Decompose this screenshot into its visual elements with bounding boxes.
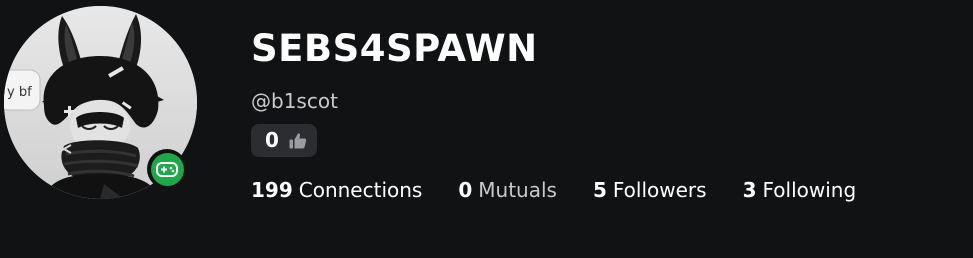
connections-count: 199 bbox=[251, 178, 293, 202]
avatar-bubble-text: y bf bbox=[7, 85, 32, 100]
avatar-container: y bf bbox=[4, 6, 197, 199]
presence-badge[interactable] bbox=[147, 149, 187, 189]
gamepad-icon bbox=[156, 162, 178, 177]
following-stat[interactable]: 3 Following bbox=[743, 178, 857, 202]
followers-label: Followers bbox=[612, 178, 707, 202]
mutuals-count: 0 bbox=[458, 178, 473, 202]
profile-header: y bf SEBS4SPAWN @b1scot 0 199 Connection… bbox=[0, 0, 973, 258]
presence-indicator bbox=[150, 152, 184, 186]
followers-stat[interactable]: 5 Followers bbox=[593, 178, 707, 202]
thumbs-up-icon bbox=[288, 131, 308, 151]
followers-count: 5 bbox=[592, 178, 607, 202]
vote-button[interactable]: 0 bbox=[251, 124, 317, 157]
connections-stat[interactable]: 199 Connections bbox=[251, 178, 422, 202]
mutuals-stat[interactable]: 0 Mutuals bbox=[458, 178, 557, 202]
connections-label: Connections bbox=[298, 178, 423, 202]
display-name: SEBS4SPAWN bbox=[251, 27, 538, 70]
vote-count: 0 bbox=[265, 128, 279, 152]
following-label: Following bbox=[762, 178, 857, 202]
mutuals-label: Mutuals bbox=[478, 178, 557, 202]
following-count: 3 bbox=[742, 178, 757, 202]
profile-stats: 199 Connections 0 Mutuals 5 Followers 3 … bbox=[251, 175, 856, 205]
username: @b1scot bbox=[251, 89, 338, 113]
